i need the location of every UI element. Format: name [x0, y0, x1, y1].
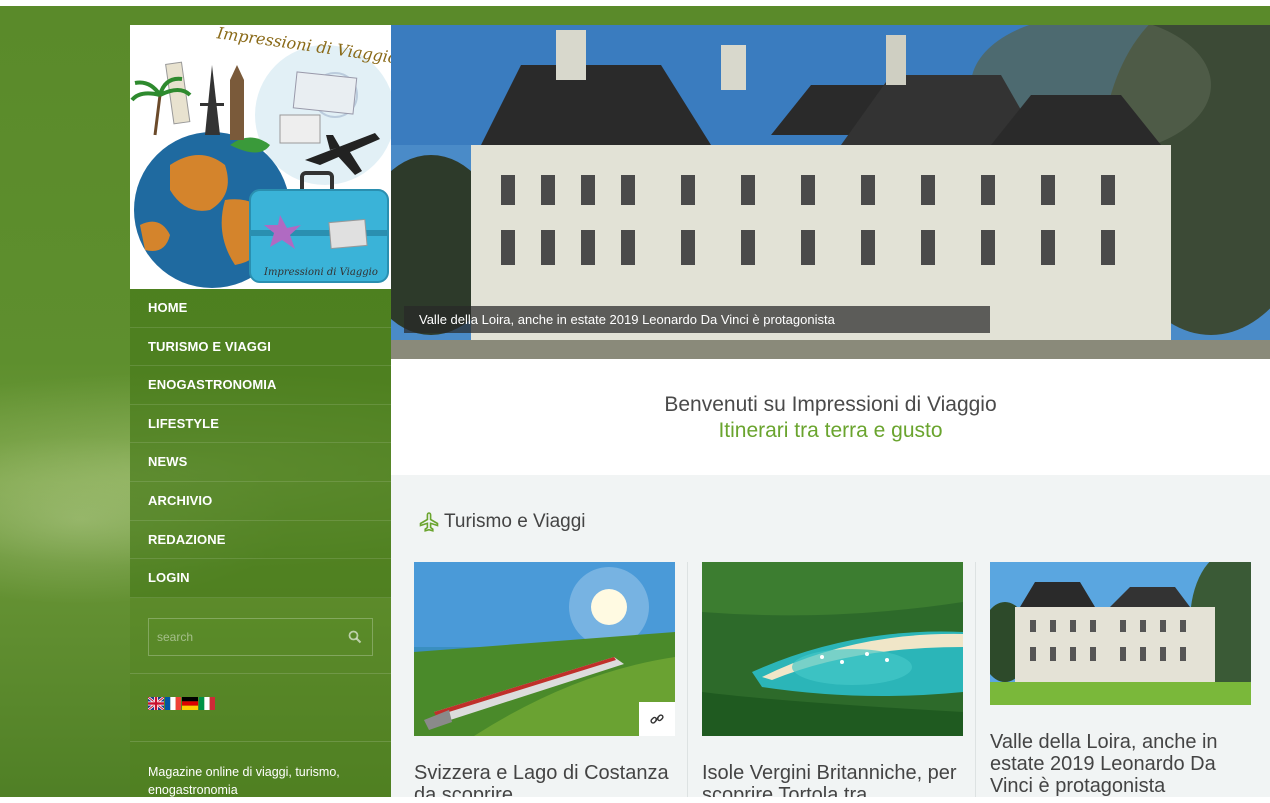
germany-flag-icon[interactable] [182, 697, 198, 710]
card-divider [975, 562, 976, 802]
language-switcher [148, 697, 215, 710]
site-logo[interactable]: Impressioni di Viaggio Impressioni di Vi… [130, 25, 391, 289]
nav-item-news[interactable]: NEWS [130, 443, 391, 482]
article-title[interactable]: Valle della Loira, anche in estate 2019 … [990, 731, 1251, 797]
hero-caption[interactable]: Valle della Loira, anche in estate 2019 … [404, 306, 990, 333]
airplane-icon [419, 512, 439, 532]
travel-logo-icon: Impressioni di Viaggio Impressioni di Vi… [130, 25, 391, 289]
nav-item-lifestyle[interactable]: LIFESTYLE [130, 405, 391, 444]
nav-item-turismo-e-viaggi[interactable]: TURISMO E VIAGGI [130, 328, 391, 367]
france-flag-icon[interactable] [165, 697, 181, 710]
hero-slider[interactable]: Valle della Loira, anche in estate 2019 … [391, 25, 1270, 359]
article-card[interactable]: Isole Vergini Britanniche, per scoprire … [702, 562, 963, 803]
search-icon[interactable] [348, 630, 362, 644]
link-icon [650, 714, 664, 724]
card-divider [687, 562, 688, 802]
article-card[interactable]: Svizzera e Lago di Costanza da scoprire [414, 562, 675, 803]
train-lake-photo[interactable] [414, 562, 675, 736]
search-input[interactable] [149, 619, 372, 655]
sidebar-divider [130, 741, 391, 742]
svg-text:Impressioni di Viaggio: Impressioni di Viaggio [263, 267, 378, 278]
link-button[interactable] [639, 702, 675, 736]
section-header: Turismo e Viaggi [418, 511, 586, 533]
welcome-banner: Benvenuti su Impressioni di Viaggio Itin… [391, 359, 1270, 475]
top-border [0, 0, 1270, 6]
site-tagline: Magazine online di viaggi, turismo, enog… [148, 765, 340, 797]
turismo-section: Turismo e Viaggi Svizzera e Lago di Cost… [391, 475, 1270, 803]
nav-item-enogastronomia[interactable]: ENOGASTRONOMIA [130, 366, 391, 405]
welcome-subtitle: Itinerari tra terra e gusto [718, 419, 943, 442]
sidebar-divider [130, 673, 391, 674]
article-card[interactable]: Valle della Loira, anche in estate 2019 … [990, 562, 1251, 802]
italy-flag-icon[interactable] [199, 697, 215, 710]
nav-item-home[interactable]: HOME [130, 289, 391, 328]
tropical-bay-photo[interactable] [702, 562, 963, 736]
search-box [148, 618, 373, 656]
nav-item-redazione[interactable]: REDAZIONE [130, 521, 391, 560]
section-title: Turismo e Viaggi [444, 511, 586, 532]
bottom-border [0, 797, 1270, 803]
chateau-photo[interactable] [990, 562, 1251, 705]
main-nav: HOME TURISMO E VIAGGI ENOGASTRONOMIA LIF… [130, 289, 391, 598]
sidebar: Impressioni di Viaggio Impressioni di Vi… [130, 25, 391, 797]
welcome-title: Benvenuti su Impressioni di Viaggio [664, 393, 997, 416]
nav-item-login[interactable]: LOGIN [130, 559, 391, 598]
uk-flag-icon[interactable] [148, 697, 164, 710]
nav-item-archivio[interactable]: ARCHIVIO [130, 482, 391, 521]
